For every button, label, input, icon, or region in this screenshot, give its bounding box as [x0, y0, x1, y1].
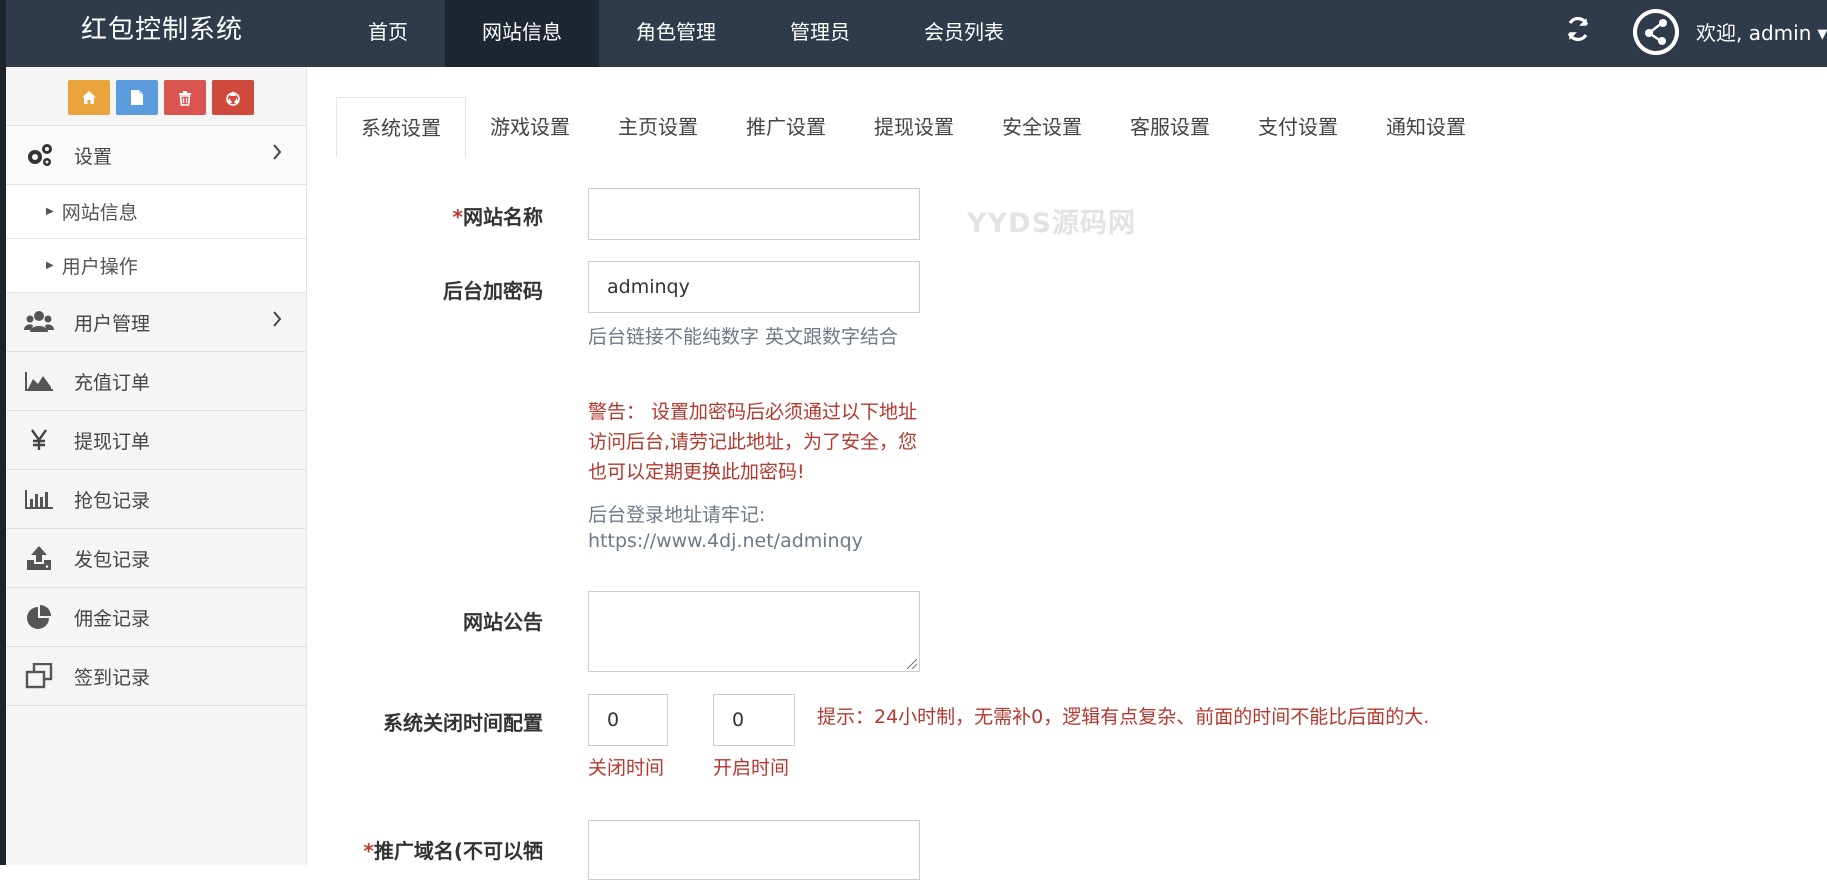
nav-home[interactable]: 首页 — [331, 0, 445, 67]
sidebar-item-label: 充值订单 — [74, 371, 151, 394]
close-time-input[interactable]: 0 — [588, 694, 668, 746]
tab-notification[interactable]: 通知设置 — [1362, 97, 1490, 158]
upload-icon — [23, 544, 55, 572]
watermark: YYDS源码网 — [967, 208, 1136, 239]
pie-chart-icon — [23, 603, 55, 631]
refresh-icon[interactable] — [1563, 16, 1593, 46]
tab-payment[interactable]: 支付设置 — [1234, 97, 1362, 158]
nav-site-info[interactable]: 网站信息 — [445, 0, 599, 67]
avatar[interactable] — [1633, 9, 1679, 55]
sidebar-item-label: 提现订单 — [74, 430, 151, 453]
welcome-text: 欢迎, admin — [1696, 21, 1812, 45]
tab-customer-service[interactable]: 客服设置 — [1106, 97, 1234, 158]
login-url: https://www.4dj.net/adminqy — [588, 530, 863, 552]
home-shortcut-button[interactable] — [68, 80, 110, 115]
caret-right-icon: ▶ — [46, 206, 54, 217]
close-time-label: 系统关闭时间配置 — [383, 711, 543, 735]
open-time-input[interactable]: 0 — [713, 694, 795, 746]
tab-homepage[interactable]: 主页设置 — [594, 97, 722, 158]
nav-admins[interactable]: 管理员 — [753, 0, 887, 67]
recycle-shortcut-button[interactable] — [212, 80, 254, 115]
admin-code-label: 后台加密码 — [443, 279, 543, 303]
open-time-caption: 开启时间 — [713, 757, 790, 779]
recycle-icon — [226, 90, 240, 106]
sidebar-item-label: 佣金记录 — [74, 607, 151, 630]
sidebar-item-grab-records[interactable]: 抢包记录 — [6, 470, 306, 529]
tab-security[interactable]: 安全设置 — [978, 97, 1106, 158]
sidebar-subitem-label: 网站信息 — [61, 202, 138, 224]
area-chart-icon — [23, 367, 55, 395]
caret-down-icon: ▼ — [1817, 27, 1827, 42]
site-name-label-text: 网站名称 — [463, 205, 543, 229]
sidebar: 设置 ▶ 网站信息 ▶ 用户操作 用户管理 充值订单 提现订单 抢包记录 发包记… — [0, 67, 307, 865]
promo-domain-label: *推广域名(不可以牺 — [243, 835, 543, 864]
promo-domain-label-text: 推广域名(不可以牺 — [373, 839, 543, 863]
admin-code-help: 后台链接不能纯数字 英文跟数字结合 — [588, 326, 899, 348]
top-navbar: 红包控制系统 首页 网站信息 角色管理 管理员 会员列表 欢迎, admin ▼ — [0, 0, 1827, 67]
resize-grip-icon[interactable] — [907, 659, 917, 669]
sidebar-item-settings[interactable]: 设置 — [6, 126, 306, 185]
nav-roles[interactable]: 角色管理 — [599, 0, 753, 67]
sidebar-item-withdraw-orders[interactable]: 提现订单 — [6, 411, 306, 470]
trash-shortcut-button[interactable] — [164, 80, 206, 115]
site-name-input[interactable] — [588, 188, 920, 240]
bar-chart-icon — [23, 485, 55, 513]
close-time-caption: 关闭时间 — [588, 757, 665, 779]
notice-label: 网站公告 — [463, 610, 543, 634]
tab-system[interactable]: 系统设置 — [336, 97, 466, 158]
shortcut-bar — [6, 67, 306, 126]
sidebar-item-checkin-records[interactable]: 签到记录 — [6, 647, 306, 706]
file-icon — [131, 90, 143, 105]
nav-members[interactable]: 会员列表 — [887, 0, 1041, 67]
app-title: 红包控制系统 — [81, 15, 244, 45]
site-name-label: *网站名称 — [243, 201, 543, 230]
admin-code-input[interactable]: adminqy — [588, 261, 920, 313]
share-nodes-icon — [1637, 13, 1675, 51]
trash-icon — [179, 90, 191, 106]
sidebar-item-label: 发包记录 — [74, 548, 151, 571]
sidebar-item-label: 用户管理 — [74, 312, 151, 335]
caret-right-icon: ▶ — [46, 260, 54, 271]
home-icon — [82, 91, 96, 104]
sidebar-item-recharge-orders[interactable]: 充值订单 — [6, 352, 306, 411]
gears-icon — [23, 141, 55, 169]
sidebar-item-label: 签到记录 — [74, 666, 151, 689]
tab-withdraw[interactable]: 提现设置 — [850, 97, 978, 158]
users-icon — [23, 308, 55, 336]
admin-code-warning: 警告： 设置加密码后必须通过以下地址访问后台,请劳记此地址，为了安全，您也可以定… — [588, 401, 918, 483]
sidebar-item-label: 设置 — [74, 145, 113, 168]
user-menu[interactable]: 欢迎, admin ▼ — [1696, 0, 1827, 67]
login-hint: 后台登录地址请牢记: — [588, 504, 766, 526]
sidebar-item-label: 抢包记录 — [74, 489, 151, 512]
close-time-tip: 提示：24小时制，无需补0，逻辑有点复杂、前面的时间不能比后面的大. — [817, 706, 1430, 728]
tab-game[interactable]: 游戏设置 — [466, 97, 594, 158]
required-mark: * — [363, 839, 374, 863]
sidebar-subitem-label: 用户操作 — [61, 256, 138, 278]
required-mark: * — [452, 205, 463, 229]
chevron-right-icon — [272, 309, 282, 334]
notice-textarea[interactable] — [588, 591, 920, 672]
yen-icon — [23, 426, 55, 454]
promo-domain-input[interactable] — [588, 820, 920, 880]
sidebar-item-send-records[interactable]: 发包记录 — [6, 529, 306, 588]
chevron-right-icon — [272, 142, 282, 167]
file-shortcut-button[interactable] — [116, 80, 158, 115]
settings-tabs: 系统设置 游戏设置 主页设置 推广设置 提现设置 安全设置 客服设置 支付设置 … — [336, 97, 1490, 158]
tab-promotion[interactable]: 推广设置 — [722, 97, 850, 158]
clone-icon — [23, 662, 55, 690]
top-nav: 首页 网站信息 角色管理 管理员 会员列表 — [331, 0, 1041, 67]
